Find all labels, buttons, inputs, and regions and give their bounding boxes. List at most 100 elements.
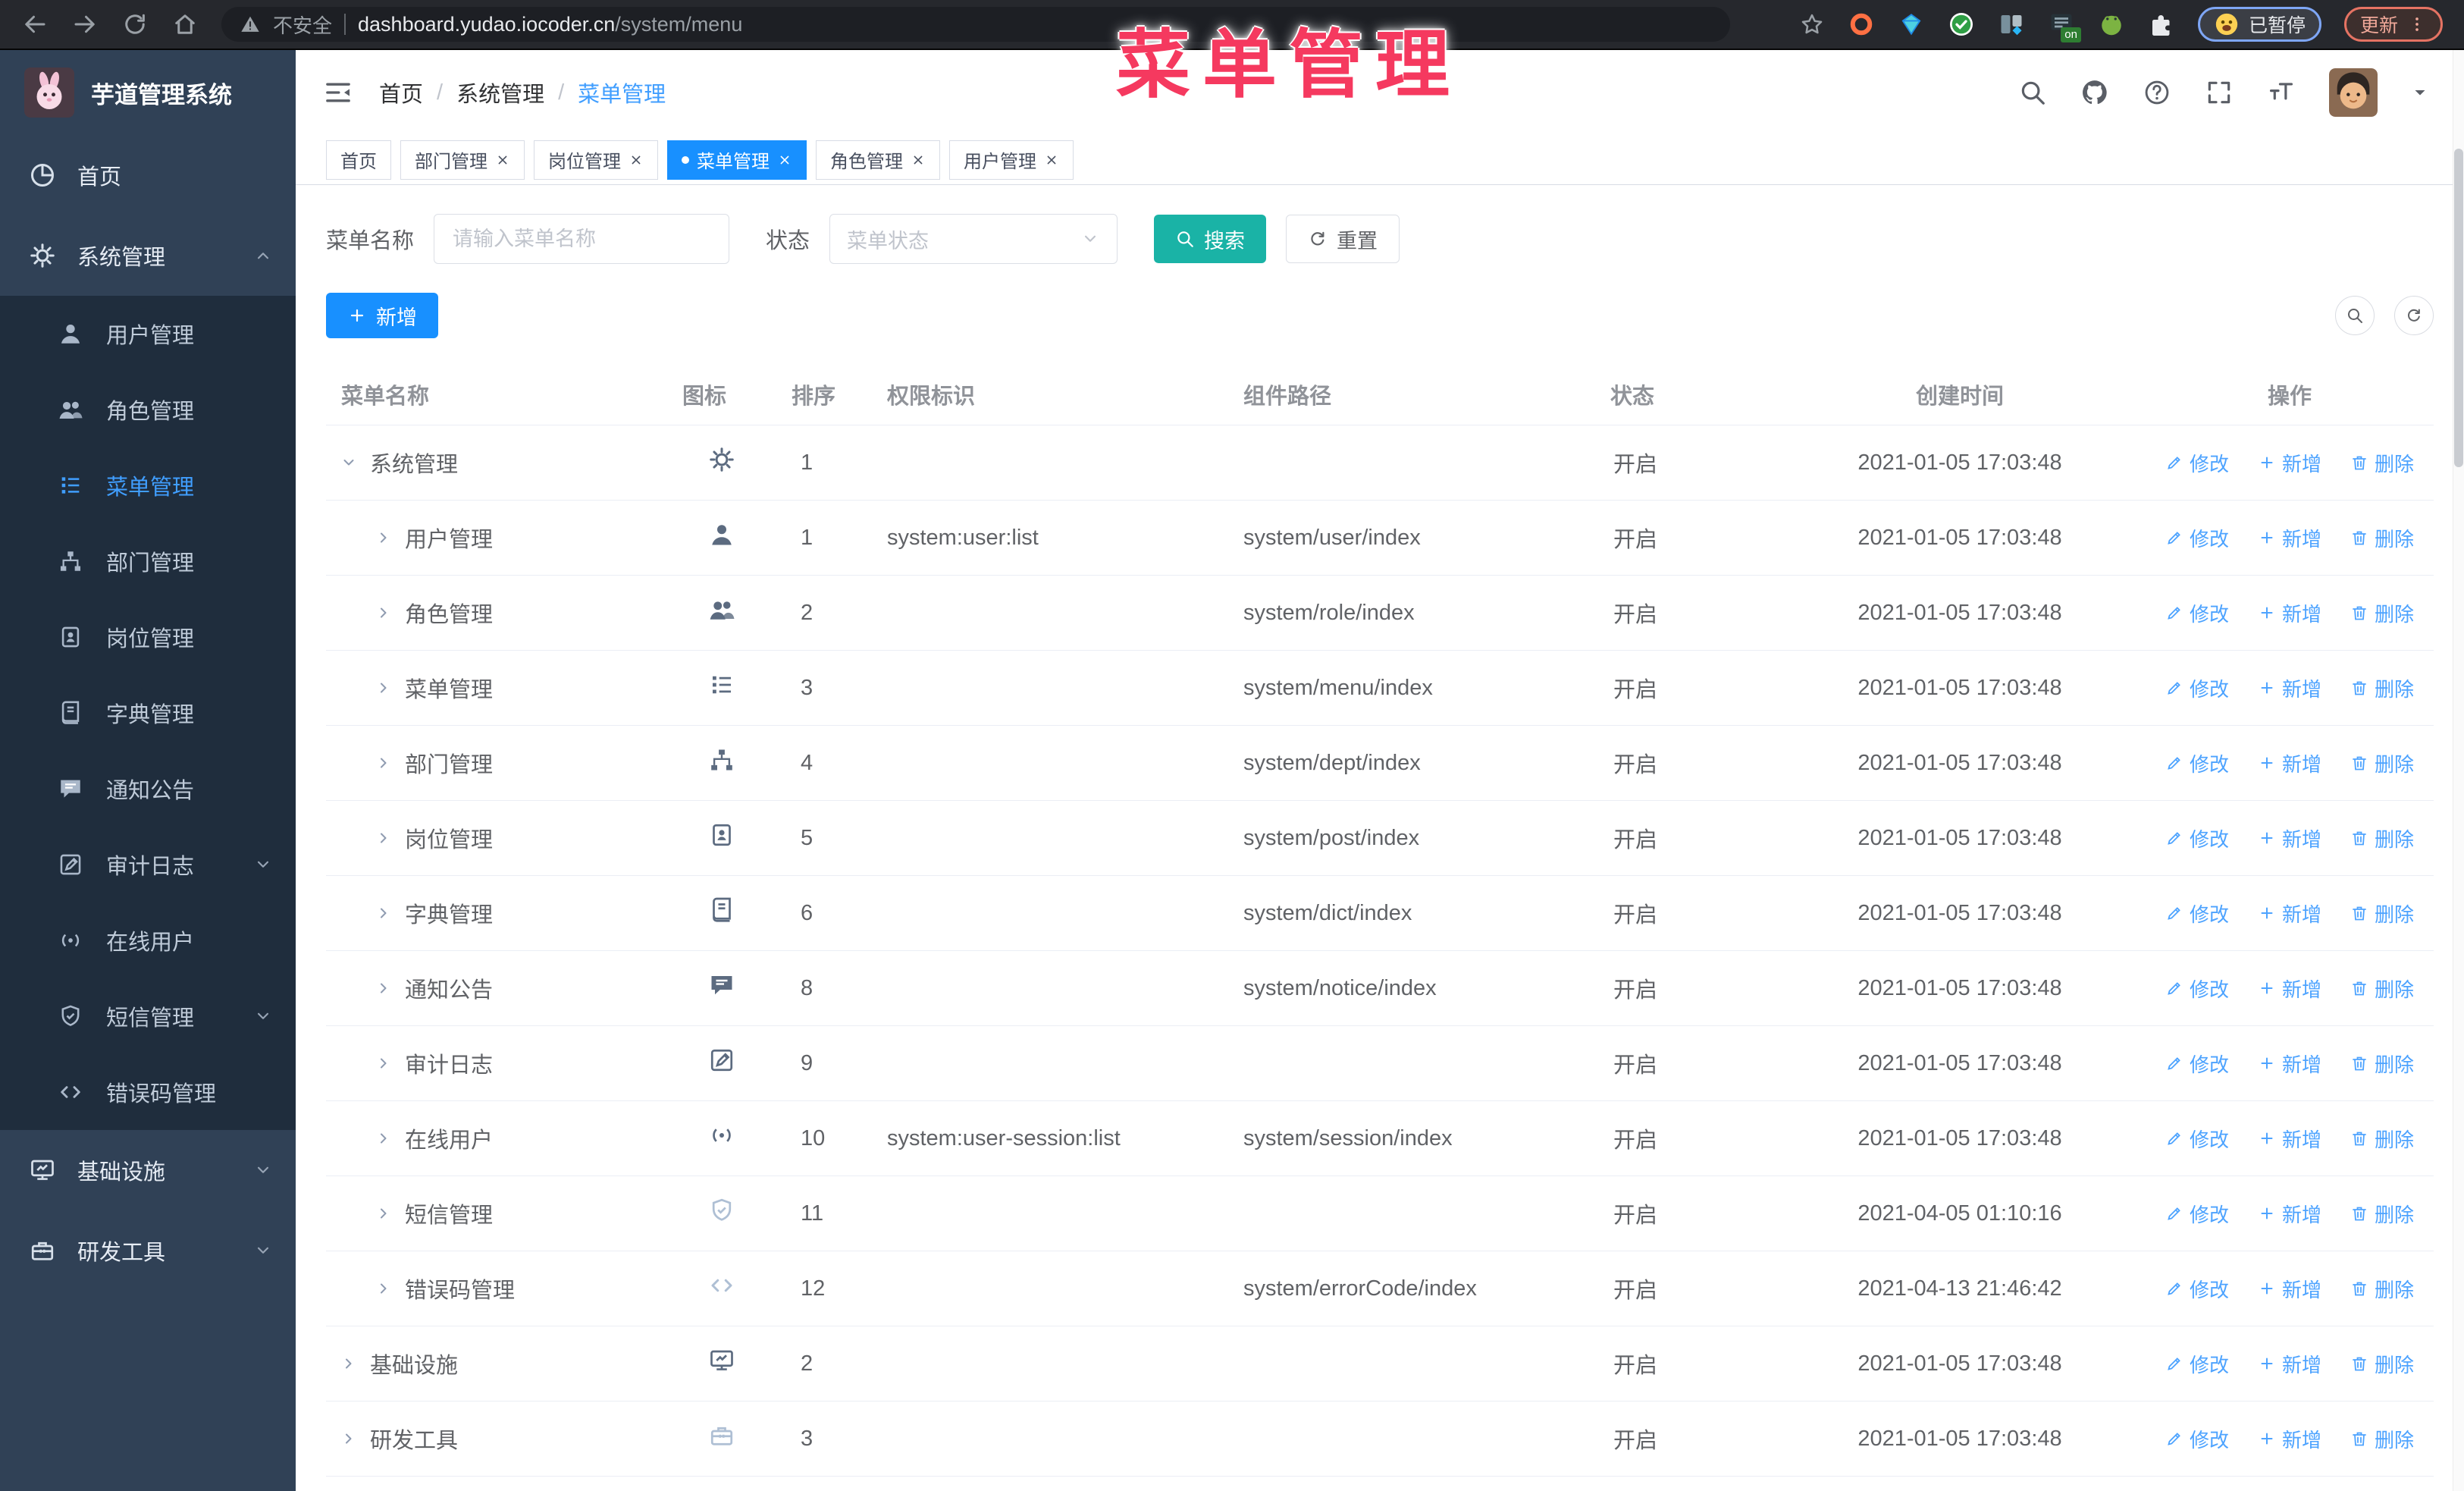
add-button[interactable]: 新增 bbox=[326, 293, 438, 338]
add-link[interactable]: 新增 bbox=[2258, 899, 2321, 928]
help-icon[interactable] bbox=[2143, 78, 2171, 107]
expand-arrow-icon[interactable] bbox=[375, 754, 393, 772]
edit-link[interactable]: 修改 bbox=[2165, 1350, 2229, 1378]
edit-link[interactable]: 修改 bbox=[2165, 1425, 2229, 1453]
edit-link[interactable]: 修改 bbox=[2165, 824, 2229, 852]
sidebar-item[interactable]: 字典管理 bbox=[0, 675, 296, 751]
browser-update-button[interactable]: 更新 bbox=[2343, 7, 2443, 42]
add-link[interactable]: 新增 bbox=[2258, 749, 2321, 777]
sidebar-item[interactable]: 审计日志 bbox=[0, 827, 296, 902]
sidebar-item[interactable]: 基础设施 bbox=[0, 1130, 296, 1210]
delete-link[interactable]: 删除 bbox=[2350, 1425, 2414, 1453]
extension-frog-icon[interactable] bbox=[2098, 11, 2125, 38]
add-link[interactable]: 新增 bbox=[2258, 674, 2321, 702]
add-link[interactable]: 新增 bbox=[2258, 1350, 2321, 1378]
breadcrumb-system[interactable]: 系统管理 bbox=[456, 77, 544, 108]
edit-link[interactable]: 修改 bbox=[2165, 599, 2229, 627]
address-bar[interactable]: 不安全 dashboard.yudao.iocoder.cn/system/me… bbox=[221, 7, 1730, 42]
avatar-caret-down-icon[interactable] bbox=[2411, 83, 2429, 102]
paused-profile-badge[interactable]: 已暂停 bbox=[2197, 7, 2321, 42]
delete-link[interactable]: 删除 bbox=[2350, 524, 2414, 552]
edit-link[interactable]: 修改 bbox=[2165, 1050, 2229, 1078]
sidebar-item[interactable]: 研发工具 bbox=[0, 1210, 296, 1291]
sidebar-item[interactable]: 角色管理 bbox=[0, 372, 296, 447]
add-link[interactable]: 新增 bbox=[2258, 975, 2321, 1003]
delete-link[interactable]: 删除 bbox=[2350, 599, 2414, 627]
browser-back-icon[interactable] bbox=[21, 11, 49, 38]
delete-link[interactable]: 删除 bbox=[2350, 899, 2414, 928]
toggle-search-button[interactable] bbox=[2335, 296, 2375, 335]
extension-tiles-icon[interactable] bbox=[1998, 11, 2025, 38]
extension-check-icon[interactable] bbox=[1948, 11, 1975, 38]
extension-orange-icon[interactable] bbox=[1848, 11, 1875, 38]
menu-name-input[interactable] bbox=[434, 214, 730, 264]
add-link[interactable]: 新增 bbox=[2258, 449, 2321, 477]
tab[interactable]: 用户管理 bbox=[949, 140, 1074, 180]
add-link[interactable]: 新增 bbox=[2258, 1125, 2321, 1153]
add-link[interactable]: 新增 bbox=[2258, 1050, 2321, 1078]
breadcrumb-home[interactable]: 首页 bbox=[379, 77, 423, 108]
sidebar-item[interactable]: 岗位管理 bbox=[0, 599, 296, 675]
expand-arrow-icon[interactable] bbox=[375, 1129, 393, 1147]
delete-link[interactable]: 删除 bbox=[2350, 674, 2414, 702]
tab[interactable]: 角色管理 bbox=[816, 140, 940, 180]
add-link[interactable]: 新增 bbox=[2258, 824, 2321, 852]
tab[interactable]: 部门管理 bbox=[400, 140, 525, 180]
expand-arrow-icon[interactable] bbox=[375, 529, 393, 547]
browser-reload-icon[interactable] bbox=[121, 11, 149, 38]
browser-menu-dots-icon[interactable] bbox=[2407, 14, 2427, 34]
edit-link[interactable]: 修改 bbox=[2165, 1275, 2229, 1303]
expand-arrow-icon[interactable] bbox=[375, 829, 393, 847]
tab[interactable]: 首页 bbox=[326, 140, 391, 180]
edit-link[interactable]: 修改 bbox=[2165, 524, 2229, 552]
delete-link[interactable]: 删除 bbox=[2350, 1125, 2414, 1153]
sidebar-item[interactable]: 错误码管理 bbox=[0, 1054, 296, 1130]
expand-arrow-icon[interactable] bbox=[375, 904, 393, 922]
edit-link[interactable]: 修改 bbox=[2165, 1200, 2229, 1228]
bookmark-star-icon[interactable] bbox=[1799, 11, 1825, 37]
delete-link[interactable]: 删除 bbox=[2350, 975, 2414, 1003]
sidebar-item[interactable]: 短信管理 bbox=[0, 978, 296, 1054]
search-button[interactable]: 搜索 bbox=[1154, 215, 1267, 263]
fullscreen-icon[interactable] bbox=[2205, 78, 2234, 107]
add-link[interactable]: 新增 bbox=[2258, 524, 2321, 552]
close-icon[interactable] bbox=[777, 152, 792, 168]
expand-arrow-icon[interactable] bbox=[340, 1354, 358, 1373]
edit-link[interactable]: 修改 bbox=[2165, 674, 2229, 702]
add-link[interactable]: 新增 bbox=[2258, 599, 2321, 627]
user-avatar[interactable] bbox=[2329, 68, 2378, 117]
delete-link[interactable]: 删除 bbox=[2350, 1050, 2414, 1078]
sidebar-item[interactable]: 系统管理 bbox=[0, 215, 296, 296]
refresh-table-button[interactable] bbox=[2394, 296, 2434, 335]
edit-link[interactable]: 修改 bbox=[2165, 749, 2229, 777]
extension-switch-icon[interactable]: on bbox=[2048, 11, 2081, 42]
add-link[interactable]: 新增 bbox=[2258, 1200, 2321, 1228]
delete-link[interactable]: 删除 bbox=[2350, 449, 2414, 477]
expand-arrow-icon[interactable] bbox=[340, 1430, 358, 1448]
expand-arrow-icon[interactable] bbox=[375, 1204, 393, 1223]
close-icon[interactable] bbox=[911, 152, 926, 168]
sidebar-item[interactable]: 部门管理 bbox=[0, 523, 296, 599]
scrollbar-thumb[interactable] bbox=[2454, 149, 2463, 467]
close-icon[interactable] bbox=[495, 152, 510, 168]
delete-link[interactable]: 删除 bbox=[2350, 1275, 2414, 1303]
add-link[interactable]: 新增 bbox=[2258, 1425, 2321, 1453]
edit-link[interactable]: 修改 bbox=[2165, 1125, 2229, 1153]
tab[interactable]: 岗位管理 bbox=[534, 140, 658, 180]
sidebar-item[interactable]: 通知公告 bbox=[0, 751, 296, 827]
edit-link[interactable]: 修改 bbox=[2165, 975, 2229, 1003]
browser-forward-icon[interactable] bbox=[71, 11, 99, 38]
font-size-icon[interactable] bbox=[2267, 78, 2296, 107]
delete-link[interactable]: 删除 bbox=[2350, 1200, 2414, 1228]
close-icon[interactable] bbox=[629, 152, 644, 168]
sidebar-item[interactable]: 菜单管理 bbox=[0, 447, 296, 523]
add-link[interactable]: 新增 bbox=[2258, 1275, 2321, 1303]
browser-home-icon[interactable] bbox=[171, 11, 199, 38]
edit-link[interactable]: 修改 bbox=[2165, 449, 2229, 477]
sidebar-item[interactable]: 在线用户 bbox=[0, 902, 296, 978]
expand-arrow-icon[interactable] bbox=[375, 1279, 393, 1298]
status-select[interactable]: 菜单状态 bbox=[829, 214, 1118, 264]
expand-arrow-icon[interactable] bbox=[375, 679, 393, 697]
collapse-sidebar-icon[interactable] bbox=[323, 77, 353, 108]
close-icon[interactable] bbox=[1044, 152, 1059, 168]
